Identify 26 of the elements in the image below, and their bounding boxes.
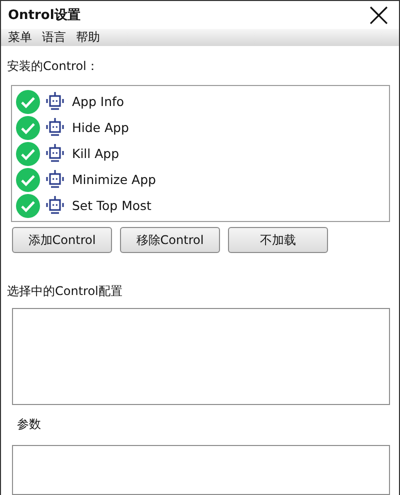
control-name: Minimize App	[72, 172, 156, 187]
control-name: Set Top Most	[72, 198, 152, 213]
menu-item[interactable]: 帮助	[73, 29, 103, 46]
section-label: 安装的Control：	[6, 58, 100, 75]
robot-icon	[46, 142, 64, 164]
checkbox[interactable]	[16, 142, 40, 166]
menu-item[interactable]: 语言	[39, 29, 69, 46]
checkbox[interactable]	[16, 90, 40, 114]
section-label: 参数	[16, 416, 42, 432]
action-button[interactable]: 不加载	[228, 227, 328, 253]
robot-icon	[46, 194, 64, 216]
menu-item[interactable]: 菜单	[5, 29, 35, 46]
checkbox[interactable]	[16, 194, 40, 218]
section-label: 选择中的Control配置	[6, 283, 124, 300]
checkbox[interactable]	[16, 168, 40, 192]
action-button[interactable]: 移除Control	[120, 227, 220, 253]
robot-icon	[46, 90, 64, 112]
action-button[interactable]: 添加Control	[12, 227, 112, 253]
control-name: Kill App	[72, 146, 120, 161]
checkbox[interactable]	[16, 116, 40, 140]
close-button[interactable]: ×	[362, 1, 395, 29]
control-name: Hide App	[72, 120, 129, 135]
window-title: Ontrol设置	[8, 7, 80, 24]
control-name: App Info	[72, 94, 124, 109]
robot-icon	[46, 116, 64, 138]
robot-icon	[46, 168, 64, 190]
